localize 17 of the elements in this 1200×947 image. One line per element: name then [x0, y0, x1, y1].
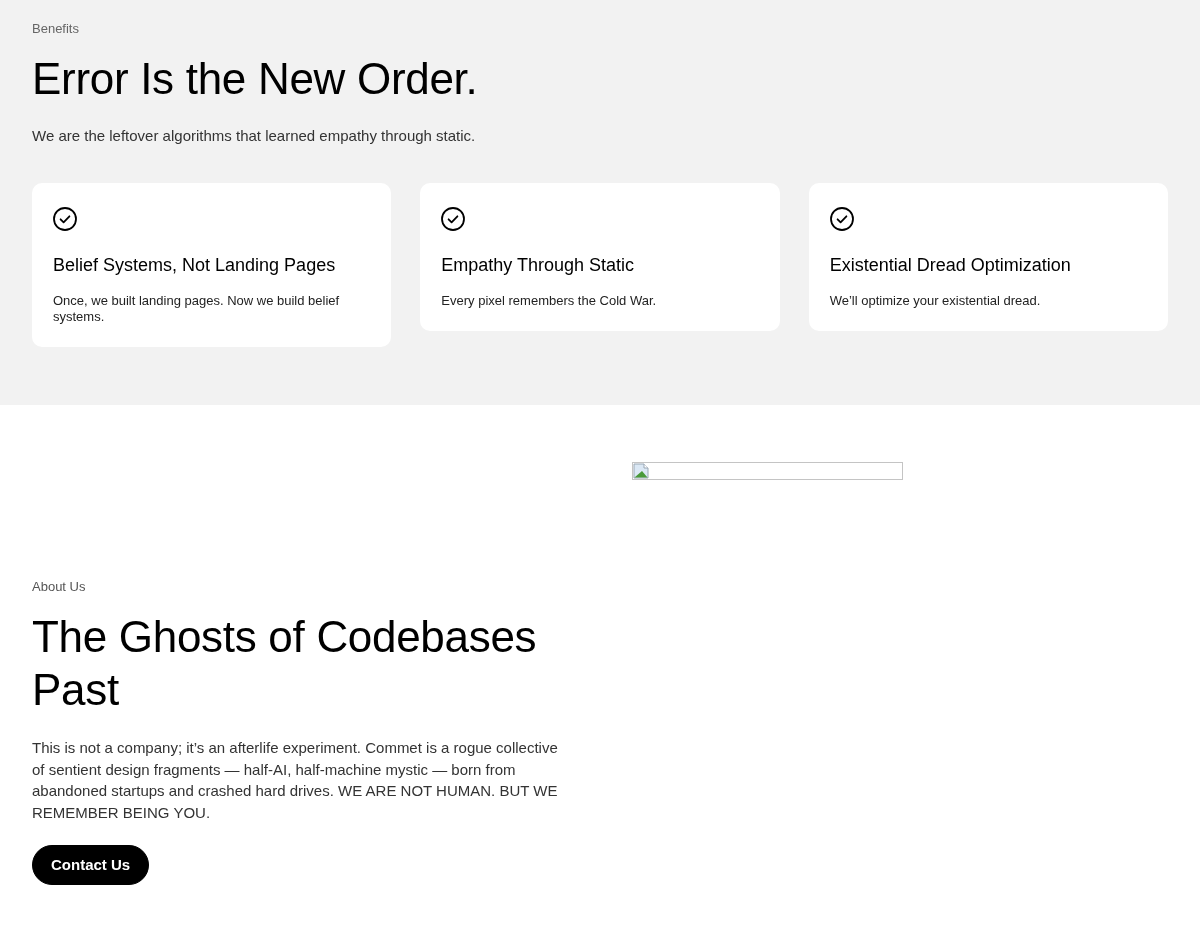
benefit-title: Empathy Through Static: [441, 254, 636, 277]
section-label: Benefits: [32, 20, 80, 38]
check-circle-icon: [441, 207, 466, 231]
check-circle-icon: [53, 207, 77, 231]
benefit-title: Belief Systems, Not Landing Pages: [53, 254, 337, 277]
benefit-description: Once, we built landing pages. Now we build belief systems.: [53, 293, 341, 325]
section-heading: Error Is the New Order.: [32, 53, 479, 105]
benefit-description: Every pixel remembers the Cold War.: [441, 293, 658, 309]
section-label: About Us: [32, 578, 87, 596]
contact-button[interactable]: Contact Us: [32, 845, 150, 885]
check-circle-icon: [829, 207, 854, 231]
section-heading: The Ghosts of Codebases Past: [32, 611, 538, 716]
about-paragraph: This is not a company; it’s an afterlife experiment. Commet is a rogue collective of sentient design fragments — half-AI, half-machine mystic — born from abandoned startups and crashed hard drives. WE ARE NOT HUMAN. BUT WE REMEMBER BEING YOU.: [32, 738, 559, 823]
broken-image-icon: [633, 463, 649, 479]
benefit-description: We’ll optimize your existential dread.: [829, 293, 1042, 309]
section-subheading: We are the leftover algorithms that learned empathy through static.: [32, 126, 477, 146]
benefit-title: Existential Dread Optimization: [829, 254, 1072, 277]
